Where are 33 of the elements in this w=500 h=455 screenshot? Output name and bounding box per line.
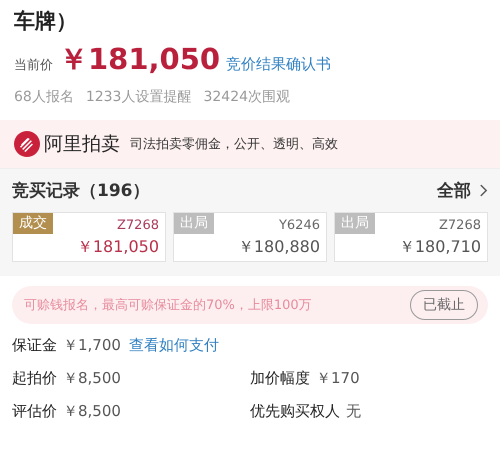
bid-amount: ￥180,880 [238, 237, 321, 258]
result-link[interactable]: 竞价结果确认书 [226, 55, 332, 74]
stat-text: 68人报名 [14, 88, 74, 106]
section-title: 竞买记录（196） [12, 180, 150, 202]
bidder-id: Z7268 [439, 217, 482, 234]
item-title: 车牌） [14, 8, 78, 35]
detail-label: 加价幅度 [250, 369, 310, 388]
closed-button[interactable]: 已截止 [410, 290, 478, 320]
detail-label: 评估价 [12, 402, 57, 421]
chevron-right-icon [479, 183, 488, 198]
detail-value: ￥8,500 [63, 402, 121, 421]
bidder-id: Z7268 [117, 217, 160, 234]
bid-amount: ￥180,710 [398, 237, 482, 258]
detail-label: 优先购买权人 [250, 402, 340, 421]
slogan-text: 司法拍卖零佣金，公开、透明、高效 [130, 136, 338, 153]
status-tag: 出局 [335, 213, 375, 234]
detail-label: 起拍价 [12, 369, 57, 388]
deposit-text: 保证金 ￥1,700 [12, 336, 121, 355]
detail-value: ￥170 [316, 369, 360, 388]
bidder-id: Y6246 [278, 217, 321, 234]
status-tag: 出局 [174, 213, 214, 234]
bid-amount: ￥181,050 [76, 237, 160, 258]
status-tag: 成交 [13, 213, 53, 234]
view-all-link[interactable]: 全部 [437, 179, 488, 202]
payment-link[interactable]: 查看如何支付 [128, 336, 219, 355]
price-label: 当前价 [14, 57, 53, 74]
detail-value: 无 [346, 402, 361, 421]
brand-name: 阿里拍卖 [44, 132, 120, 157]
loan-text: 可赊钱报名，最高可赊保证金的70%，上限100万 [24, 297, 312, 314]
current-price: ￥181,050 [59, 41, 220, 78]
stat-text: 1233人设置提醒 [86, 88, 192, 106]
stat-text: 32424次围观 [203, 88, 290, 106]
detail-value: ￥8,500 [63, 369, 121, 388]
